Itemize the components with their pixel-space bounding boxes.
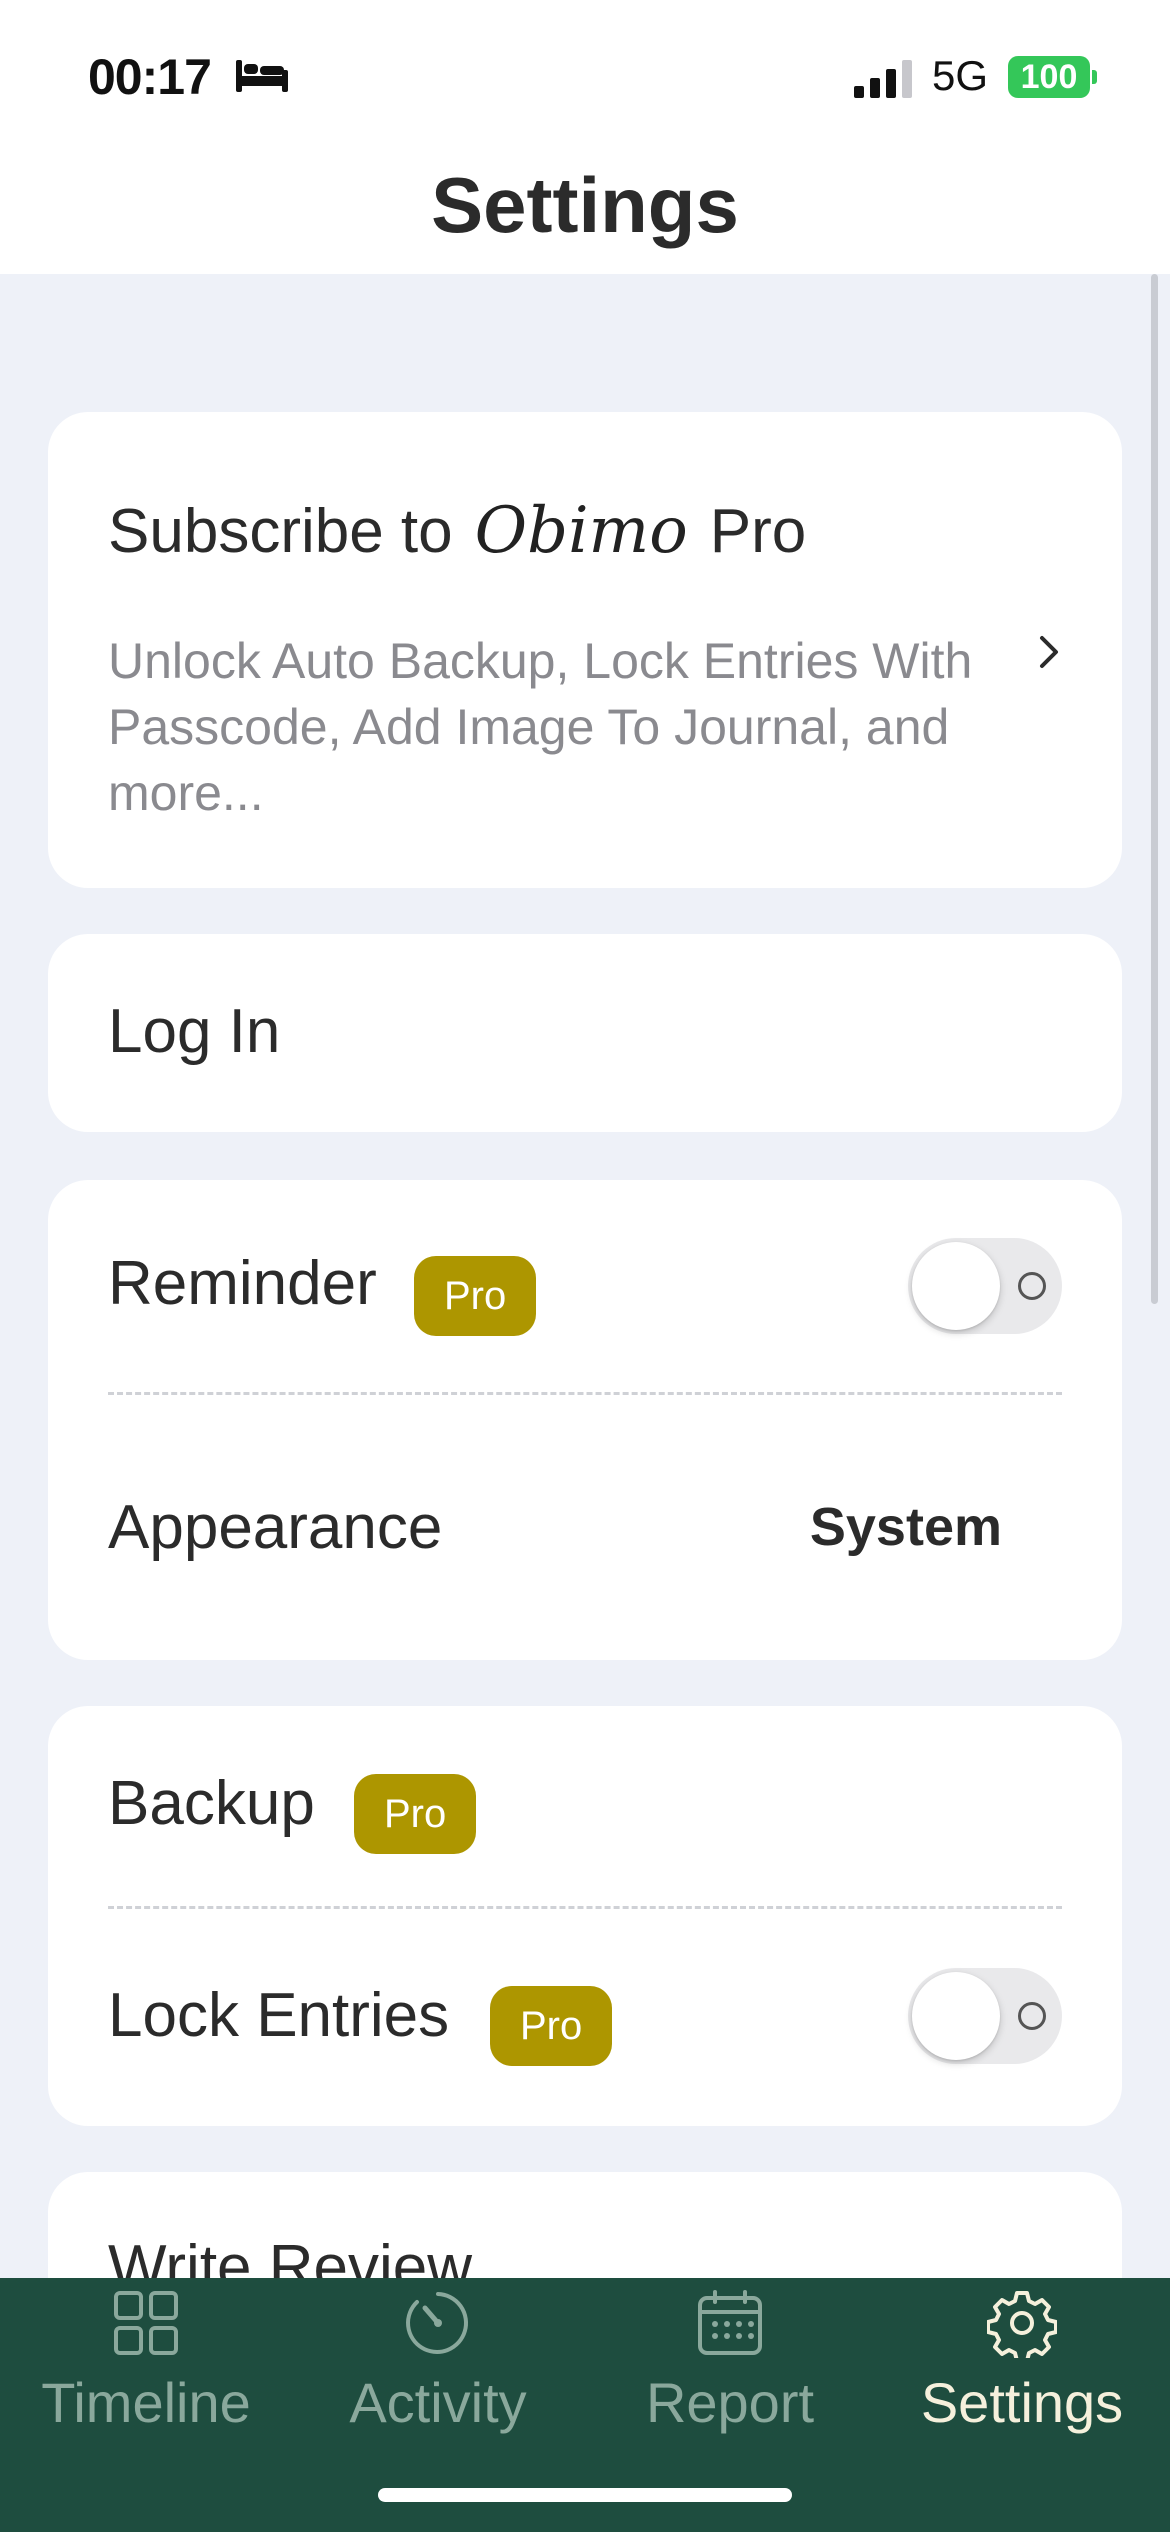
grid-icon bbox=[114, 2291, 178, 2355]
lock-entries-label: Lock Entries bbox=[108, 1981, 450, 2050]
subscribe-description: Unlock Auto Backup, Lock Entries With Pa… bbox=[108, 633, 973, 821]
tab-label: Activity bbox=[349, 2371, 527, 2434]
chevron-right-icon bbox=[1040, 636, 1058, 668]
brand-logo: Obimo bbox=[474, 494, 688, 568]
subscribe-prefix: Subscribe to bbox=[108, 496, 453, 566]
lock-entries-toggle[interactable] bbox=[908, 1968, 1062, 2064]
login-label: Log In bbox=[108, 997, 281, 1066]
calendar-icon bbox=[698, 2290, 762, 2355]
backup-row[interactable]: Backup Pro bbox=[48, 1706, 1122, 1906]
network-type: 5G bbox=[932, 52, 989, 99]
tab-label: Timeline bbox=[41, 2371, 251, 2434]
backup-label: Backup bbox=[108, 1769, 315, 1838]
battery-cap bbox=[1092, 70, 1097, 84]
preferences-card: Reminder Pro Appearance System bbox=[48, 1180, 1122, 1660]
tab-label: Report bbox=[645, 2371, 815, 2434]
toggle-knob bbox=[912, 1972, 1000, 2060]
subscribe-suffix: Pro bbox=[709, 496, 807, 566]
tab-label: Settings bbox=[920, 2371, 1124, 2434]
battery-indicator: 100 bbox=[1008, 56, 1090, 98]
bed-icon bbox=[236, 60, 288, 92]
appearance-value: System bbox=[809, 1497, 1002, 1557]
reminder-label: Reminder bbox=[108, 1249, 377, 1318]
backup-pro-badge: Pro bbox=[354, 1774, 477, 1854]
tab-settings[interactable]: Settings bbox=[876, 2278, 1168, 2458]
toggle-off-indicator bbox=[1018, 2002, 1046, 2030]
tab-timeline[interactable]: Timeline bbox=[0, 2278, 292, 2458]
tab-report[interactable]: Report bbox=[584, 2278, 876, 2458]
reminder-pro-badge: Pro bbox=[414, 1256, 537, 1336]
signal-icon bbox=[854, 60, 912, 98]
gear-icon bbox=[987, 2291, 1057, 2358]
page-title: Settings bbox=[431, 161, 739, 249]
scroll-indicator[interactable] bbox=[1151, 274, 1158, 1304]
reminder-toggle[interactable] bbox=[908, 1238, 1062, 1334]
lock-entries-pro-badge: Pro bbox=[490, 1986, 613, 2066]
gauge-icon bbox=[406, 2292, 469, 2354]
home-indicator[interactable] bbox=[378, 2488, 792, 2502]
status-time: 00:17 bbox=[88, 49, 212, 105]
divider bbox=[108, 1906, 1062, 1909]
status-bar: 00:17 5G 100 bbox=[0, 0, 1170, 160]
login-card[interactable]: Log In bbox=[48, 934, 1122, 1132]
appearance-label: Appearance bbox=[108, 1493, 443, 1562]
tab-activity[interactable]: Activity bbox=[292, 2278, 584, 2458]
toggle-knob bbox=[912, 1242, 1000, 1330]
subscribe-title: Subscribe to Obimo Pro bbox=[108, 494, 806, 568]
page-header: Settings bbox=[0, 160, 1170, 274]
appearance-row[interactable]: Appearance System bbox=[48, 1394, 1122, 1660]
toggle-off-indicator bbox=[1018, 1272, 1046, 1300]
data-card: Backup Pro Lock Entries Pro bbox=[48, 1706, 1122, 2126]
subscribe-pro-card[interactable]: Subscribe to Obimo Pro Unlock Auto Backu… bbox=[48, 412, 1122, 888]
